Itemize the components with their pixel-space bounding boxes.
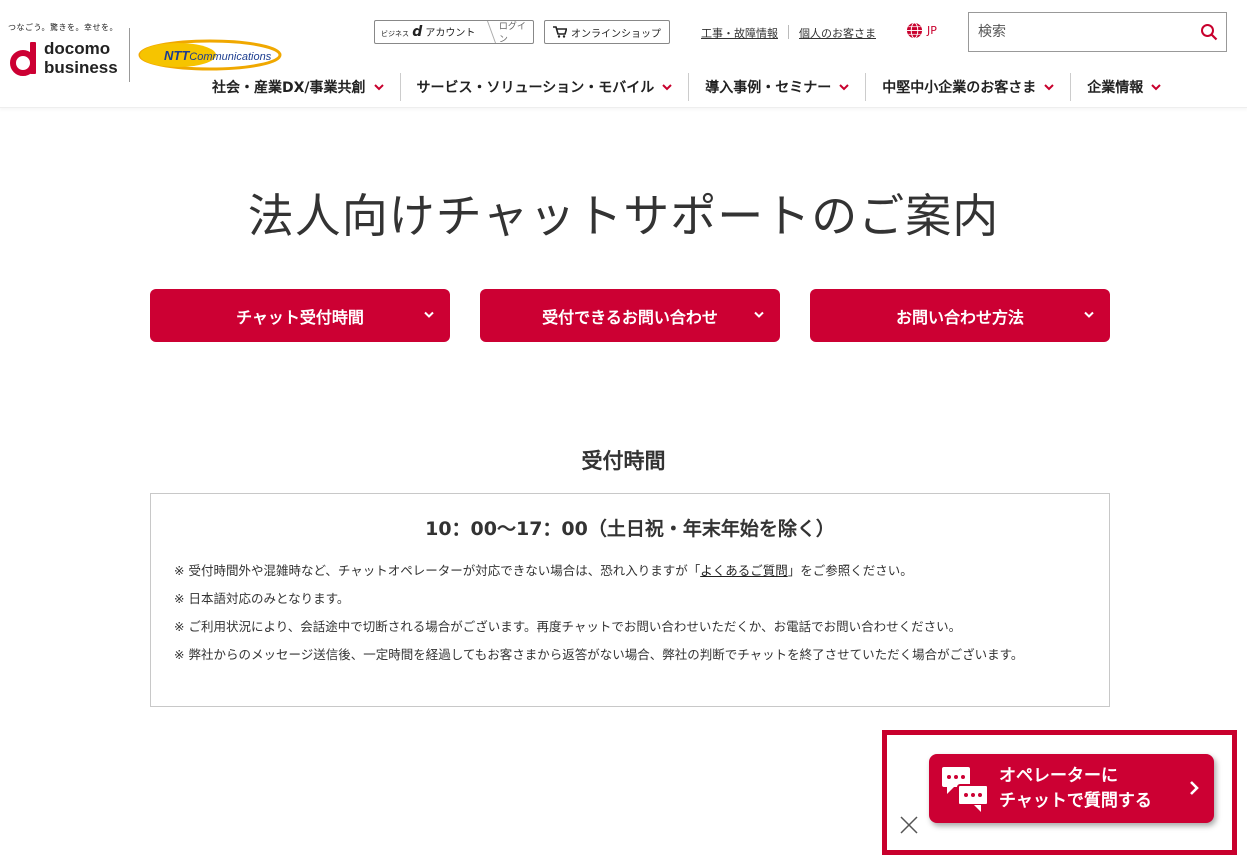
d-account-label: ビジネス d アカウント [381, 24, 476, 40]
inquiry-method-tab[interactable]: お問い合わせ方法 [810, 289, 1110, 342]
chevron-down-icon [1084, 311, 1094, 318]
chat-with-operator-button[interactable]: オペレーターに チャットで質問する [929, 754, 1214, 823]
chevron-right-icon [1190, 781, 1199, 795]
chevron-down-icon [1044, 83, 1054, 90]
nav-label: 社会・産業DX/事業共創 [212, 80, 366, 96]
notes-list: ※ 受付時間外や混雑時など、チャットオペレーターが対応できない場合は、恐れ入りま… [174, 562, 1089, 674]
divider [788, 25, 789, 39]
docomo-wordmark: docomo [44, 39, 111, 58]
cart-icon [553, 26, 567, 38]
online-shop-label: オンラインショップ [571, 28, 661, 40]
chevron-down-icon [1151, 83, 1161, 90]
docomo-d-icon [10, 42, 36, 76]
personal-customers-link[interactable]: 個人のお客さま [799, 25, 876, 41]
tab-label: 受付できるお問い合わせ [542, 307, 718, 327]
search-icon[interactable] [1200, 23, 1218, 41]
page-title: 法人向けチャットサポートのご案内 [247, 189, 1000, 243]
search-box [968, 12, 1227, 52]
nav-label: 企業情報 [1087, 80, 1144, 96]
chevron-down-icon [754, 311, 764, 318]
nav-item-smb[interactable]: 中堅中小企業のお客さま [866, 73, 1072, 101]
login-label: ログイン [498, 22, 526, 45]
note-item: ※ 弊社からのメッセージ送信後、一定時間を経過してもお客さまから返答がない場合、… [174, 647, 1024, 662]
tab-label: お問い合わせ方法 [895, 307, 1024, 327]
language-selector[interactable]: JP [906, 22, 937, 39]
nav-item-services[interactable]: サービス・ソリューション・モバイル [401, 73, 690, 101]
note-item: ※ 受付時間外や混雑時など、チャットオペレーターが対応できない場合は、恐れ入りま… [174, 563, 913, 578]
site-header: つなごう。驚きを。幸せを。 docomo business NTTCommuni… [0, 0, 1247, 108]
inquiry-types-tab[interactable]: 受付できるお問い合わせ [480, 289, 780, 342]
chat-hours-tab[interactable]: チャット受付時間 [150, 289, 450, 342]
note-item: ※ 日本語対応のみとなります。 [174, 591, 350, 606]
language-label: JP [927, 24, 937, 37]
globe-icon [906, 22, 923, 39]
business-hours: 10：00～17：00（土日祝・年末年始を除く） [425, 518, 835, 540]
business-wordmark: business [44, 58, 118, 77]
chevron-down-icon [662, 83, 672, 90]
nav-label: 導入事例・セミナー [705, 80, 832, 96]
outage-info-link[interactable]: 工事・故障情報 [701, 25, 778, 41]
chevron-down-icon [373, 83, 384, 90]
nav-item-company[interactable]: 企業情報 [1071, 73, 1177, 101]
d-account-login-button[interactable]: ビジネス d アカウント ログイン [374, 20, 534, 45]
chat-button-label: オペレーターに チャットで質問する [999, 766, 1152, 811]
nav-label: 中堅中小企業のお客さま [882, 80, 1037, 96]
chevron-down-icon [839, 83, 849, 90]
tagline: つなごう。驚きを。幸せを。 [8, 23, 119, 32]
ntt-wordmark: NTTCommunications [164, 48, 272, 63]
global-nav: 社会・産業DX/事業共創 サービス・ソリューション・モバイル 導入事例・セミナー… [196, 72, 1177, 102]
chevron-down-icon [424, 311, 434, 318]
nav-label: サービス・ソリューション・モバイル [416, 80, 655, 96]
online-shop-button[interactable]: オンラインショップ [544, 20, 670, 44]
faq-link[interactable]: よくあるご質問 [700, 563, 788, 578]
section-heading: 受付時間 [581, 449, 666, 473]
note-item: ※ ご利用状況により、会話途中で切断される場合がございます。再度チャットでお問い… [174, 619, 962, 634]
logo-divider [129, 28, 130, 82]
nav-item-social-dx[interactable]: 社会・産業DX/事業共創 [196, 73, 401, 101]
docomo-business-logo[interactable]: つなごう。驚きを。幸せを。 docomo business [8, 22, 123, 86]
tab-label: チャット受付時間 [236, 307, 364, 327]
chat-bubbles-icon [942, 767, 989, 812]
nav-item-case-studies[interactable]: 導入事例・セミナー [689, 73, 867, 101]
hours-info-box: 10：00～17：00（土日祝・年末年始を除く） ※ 受付時間外や混雑時など、チ… [150, 493, 1110, 707]
close-icon[interactable] [899, 815, 919, 835]
search-input[interactable] [969, 13, 1200, 51]
ntt-communications-logo[interactable]: NTTCommunications [138, 36, 283, 72]
